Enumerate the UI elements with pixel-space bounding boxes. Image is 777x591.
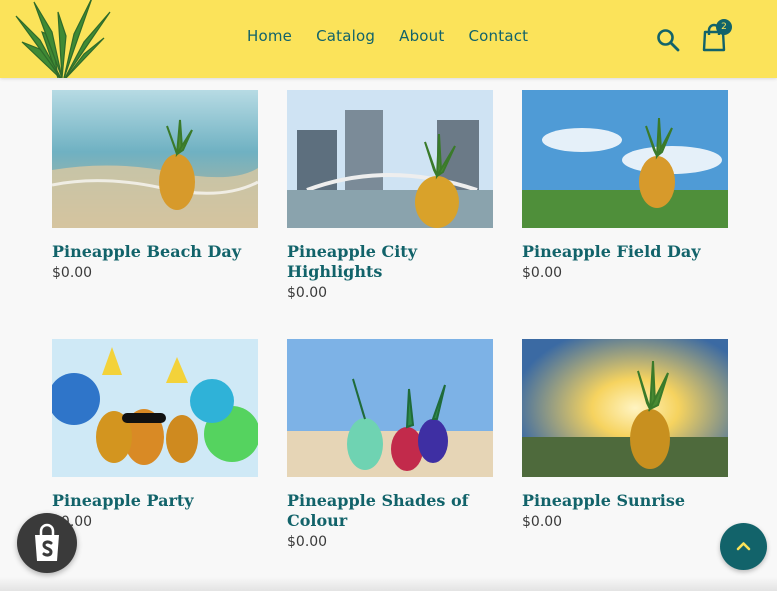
product-card[interactable]: Pineapple Sunrise $0.00 bbox=[522, 339, 728, 532]
product-image-field[interactable] bbox=[522, 90, 728, 228]
site-header: Home Catalog About Contact 2 bbox=[0, 0, 777, 78]
cart-count-badge[interactable]: 2 bbox=[716, 19, 732, 35]
search-icon[interactable] bbox=[655, 27, 681, 53]
product-image-party[interactable] bbox=[52, 339, 258, 477]
main-nav: Home Catalog About Contact bbox=[247, 27, 552, 45]
chevron-up-icon bbox=[736, 542, 751, 551]
product-image-sunrise[interactable] bbox=[522, 339, 728, 477]
nav-about-link[interactable]: About bbox=[399, 27, 444, 45]
product-card[interactable]: Pineapple City Highlights $0.00 bbox=[287, 90, 493, 303]
product-title[interactable]: Pineapple Field Day bbox=[522, 242, 728, 262]
back-to-top-button[interactable] bbox=[720, 523, 767, 570]
product-card[interactable]: Pineapple Field Day $0.00 bbox=[522, 90, 728, 283]
product-title[interactable]: Pineapple Beach Day bbox=[52, 242, 258, 262]
product-price: $0.00 bbox=[52, 514, 93, 530]
product-price: $0.00 bbox=[522, 265, 563, 281]
product-price: $0.00 bbox=[522, 514, 563, 530]
product-card[interactable]: Pineapple Beach Day $0.00 bbox=[52, 90, 258, 283]
nav-catalog-link[interactable]: Catalog bbox=[316, 27, 375, 45]
product-price: $0.00 bbox=[287, 534, 328, 550]
product-title[interactable]: Pineapple Sunrise bbox=[522, 491, 728, 511]
product-price: $0.00 bbox=[287, 285, 328, 301]
shopify-bag-icon bbox=[35, 523, 59, 561]
shopify-badge[interactable] bbox=[17, 513, 77, 573]
nav-home-link[interactable]: Home bbox=[247, 27, 292, 45]
product-title[interactable]: Pineapple City Highlights bbox=[287, 242, 493, 282]
product-image-shades[interactable] bbox=[287, 339, 493, 477]
nav-contact-link[interactable]: Contact bbox=[468, 27, 528, 45]
product-image-city[interactable] bbox=[287, 90, 493, 228]
product-title[interactable]: Pineapple Shades of Colour bbox=[287, 491, 493, 531]
product-image-beach[interactable] bbox=[52, 90, 258, 228]
pineapple-crown-logo[interactable] bbox=[12, 0, 112, 78]
bottom-shadow bbox=[0, 577, 777, 591]
product-title[interactable]: Pineapple Party bbox=[52, 491, 258, 511]
product-card[interactable]: Pineapple Party $0.00 bbox=[52, 339, 258, 532]
product-card[interactable]: Pineapple Shades of Colour $0.00 bbox=[287, 339, 493, 552]
product-price: $0.00 bbox=[52, 265, 93, 281]
